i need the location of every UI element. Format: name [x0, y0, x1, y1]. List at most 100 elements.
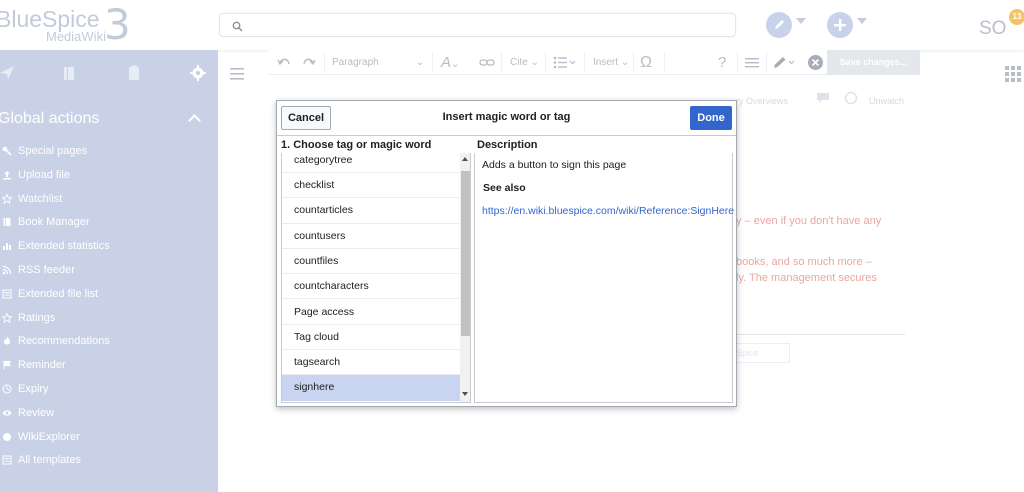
list-item-label: countarticles [294, 204, 353, 217]
sidebar-item-watchlist[interactable]: Watchlist [0, 190, 218, 214]
close-circle-icon[interactable] [807, 54, 824, 71]
edit-button[interactable] [766, 12, 792, 38]
bar-chart-icon [3, 243, 11, 251]
cancel-button[interactable]: Cancel [281, 106, 331, 130]
user-avatar[interactable]: SO [975, 12, 1009, 46]
list-item[interactable]: countarticles [282, 198, 460, 224]
upload-icon [3, 170, 11, 180]
sidebar-item-reminder[interactable]: Reminder [0, 356, 218, 380]
list-item-selected[interactable]: signhere [282, 375, 460, 401]
sidebar-item-book-manager[interactable]: Book Manager [0, 213, 218, 237]
edit-chevron-down-icon[interactable] [796, 18, 806, 24]
global-actions-list: Special pages Upload file Watchlist Book… [0, 142, 218, 475]
bluespice-logo[interactable]: BlueSpice MediaWiki 3 [0, 0, 146, 49]
cite-label: Cite [510, 57, 528, 68]
article-divider [735, 334, 905, 335]
menu-lines-icon[interactable] [745, 54, 759, 71]
sidebar-item-all-templates[interactable]: All templates [0, 451, 218, 475]
sidebar-item-special-pages[interactable]: Special pages [0, 142, 218, 166]
tag-list-scrollbar[interactable] [460, 153, 470, 402]
choose-tag-heading: 1. Choose tag or magic word [281, 139, 432, 151]
sidebar-item-review[interactable]: Review [0, 404, 218, 428]
sidebar-item-label: Ratings [18, 311, 56, 324]
template-icon [2, 455, 12, 465]
list-item[interactable]: countfiles [282, 249, 460, 275]
clipboard-icon[interactable] [125, 64, 143, 82]
dialog-title: Insert magic word or tag [442, 111, 571, 123]
scrollbar-thumb[interactable] [461, 171, 470, 336]
bullet-list-icon[interactable] [553, 54, 577, 71]
flag-icon [3, 361, 11, 370]
sidebar-item-expiry[interactable]: Expiry [0, 380, 218, 404]
toolbar-divider [584, 52, 585, 73]
list-item[interactable]: Tag cloud [282, 325, 460, 351]
key-icon [2, 146, 12, 156]
sidebar-item-label: Expiry [18, 382, 49, 395]
sidebar-item-recommendations[interactable]: Recommendations [0, 332, 218, 356]
scroll-up-arrow-icon[interactable] [462, 157, 468, 161]
create-chevron-down-icon[interactable] [857, 18, 867, 24]
notification-badge[interactable]: 13 [1009, 9, 1024, 25]
books-icon[interactable] [60, 64, 78, 82]
history-icon[interactable] [844, 91, 858, 105]
sidebar-item-rss-feeder[interactable]: RSS feeder [0, 261, 218, 285]
edit-mode-pencil-icon[interactable] [772, 54, 798, 71]
list-item[interactable]: categorytree [282, 153, 460, 173]
navigation-arrow-icon[interactable] [0, 64, 16, 82]
sidebar-item-upload-file[interactable]: Upload file [0, 166, 218, 190]
toolbar-divider [664, 52, 665, 73]
overviews-link[interactable]: ry Overviews [736, 96, 788, 106]
see-also-heading: See also [483, 182, 526, 194]
help-icon[interactable]: ? [718, 54, 726, 71]
apps-grid-icon[interactable] [1005, 66, 1021, 82]
description-pane: Adds a button to sign this page See also… [474, 153, 734, 403]
list-item-label: countcharacters [294, 280, 369, 293]
fire-icon [3, 336, 11, 345]
insert-dropdown[interactable]: Insert ⌄ [593, 54, 629, 71]
gear-icon[interactable] [189, 64, 207, 82]
comment-icon[interactable] [816, 92, 830, 104]
unwatch-link[interactable]: Unwatch [869, 96, 904, 106]
logo-sub-text: MediaWiki [46, 29, 106, 44]
search-input[interactable] [219, 13, 736, 37]
list-item-label: checklist [294, 179, 335, 191]
redo-icon[interactable] [302, 54, 316, 71]
sidebar: Global actions Special pages Upload file… [0, 50, 218, 492]
sidebar-item-label: WikiExplorer [18, 430, 80, 443]
list-item[interactable]: countcharacters [282, 274, 460, 300]
insert-label: Insert [593, 57, 619, 68]
text-style-icon[interactable]: A⌄ [441, 54, 459, 71]
sidebar-item-label: Extended statistics [18, 240, 110, 253]
paragraph-dropdown[interactable]: Paragraph ⌄ [332, 54, 424, 71]
save-changes-button[interactable]: Save changes... [827, 50, 920, 75]
sidebar-item-label: Book Manager [18, 216, 90, 229]
reference-link[interactable]: https://en.wiki.bluespice.com/wiki/Refer… [482, 205, 734, 217]
sidebar-item-wikiexplorer[interactable]: WikiExplorer [0, 428, 218, 452]
done-button[interactable]: Done [690, 106, 732, 130]
list-icon [2, 289, 12, 299]
hamburger-menu-icon[interactable] [230, 68, 244, 80]
global-actions-title: Global actions [0, 110, 100, 127]
scroll-down-arrow-icon[interactable] [462, 392, 468, 396]
list-item[interactable]: checklist [282, 173, 460, 199]
description-heading: Description [477, 139, 538, 151]
omega-special-char-icon[interactable]: Ω [640, 54, 652, 71]
chevron-up-icon[interactable] [188, 114, 201, 127]
undo-icon[interactable] [277, 54, 291, 71]
sidebar-item-extended-statistics[interactable]: Extended statistics [0, 237, 218, 261]
avatar-initials: SO [979, 18, 1007, 39]
create-button[interactable] [827, 12, 853, 38]
sidebar-item-ratings[interactable]: Ratings [0, 309, 218, 333]
list-item[interactable]: Page access [282, 300, 460, 325]
clock-icon [2, 384, 12, 394]
sidebar-item-label: Reminder [18, 359, 66, 372]
cite-dropdown[interactable]: Cite ⌄ [510, 54, 539, 71]
paragraph-label: Paragraph [332, 57, 379, 68]
sidebar-item-label: All templates [18, 454, 81, 467]
sidebar-item-extended-file-list[interactable]: Extended file list [0, 285, 218, 309]
link-icon[interactable] [479, 54, 495, 71]
list-item[interactable]: tagsearch [282, 350, 460, 376]
toolbar-divider [324, 52, 325, 73]
tag-list[interactable]: categorytree checklist countarticles cou… [281, 153, 471, 403]
list-item[interactable]: countusers [282, 224, 460, 249]
